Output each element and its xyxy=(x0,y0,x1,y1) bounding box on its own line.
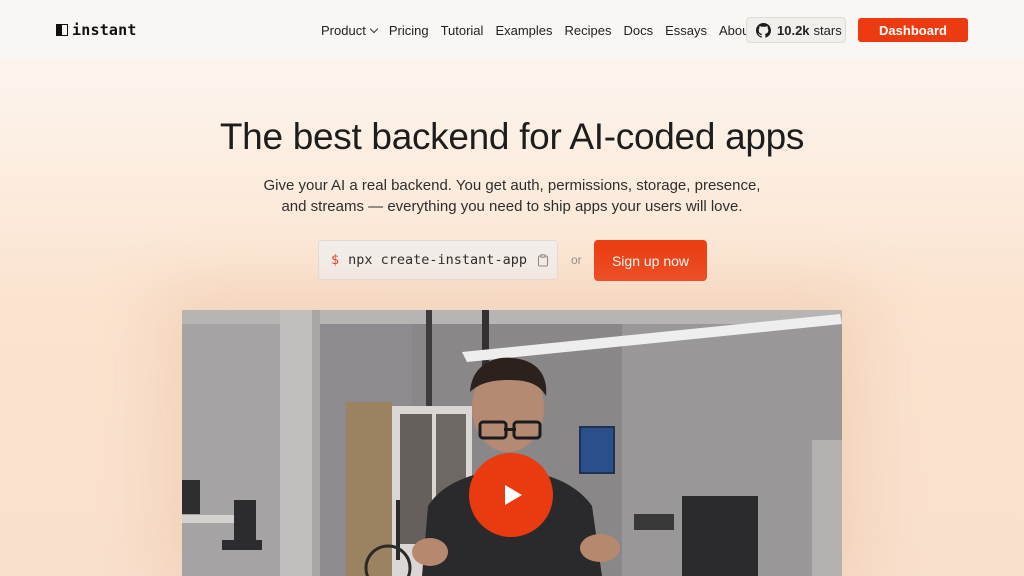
logo-text: instant xyxy=(72,21,137,39)
command-text: npx create-instant-app xyxy=(348,252,527,268)
nav-item-tutorial[interactable]: Tutorial xyxy=(441,23,484,38)
or-separator: or xyxy=(571,253,582,267)
main-nav: Product Pricing Tutorial Examples Recipe… xyxy=(321,21,765,39)
nav-item-recipes[interactable]: Recipes xyxy=(565,23,612,38)
play-button[interactable] xyxy=(469,453,553,537)
sign-up-button[interactable]: Sign up now xyxy=(594,240,707,281)
github-star-suffix: stars xyxy=(813,22,842,38)
copy-icon[interactable] xyxy=(537,253,549,267)
logo-mark-icon xyxy=(56,24,68,36)
install-command-box[interactable]: $ npx create-instant-app xyxy=(318,240,558,280)
chevron-down-icon xyxy=(369,24,379,33)
hero-subtitle-line: and streams — everything you need to shi… xyxy=(281,198,743,215)
hero-subtitle-line: Give your AI a real backend. You get aut… xyxy=(263,177,761,194)
nav-item-product[interactable]: Product xyxy=(321,22,379,38)
play-icon xyxy=(505,485,522,505)
nav-item-essays[interactable]: Essays xyxy=(665,23,707,38)
page-title: The best backend for AI-coded apps xyxy=(219,116,805,157)
site-header: instant Product Pricing Tutorial Example… xyxy=(0,0,1024,60)
hero-subtitle: Give your AI a real backend. You get aut… xyxy=(0,175,1024,217)
dashboard-button[interactable]: Dashboard xyxy=(858,18,968,42)
github-stars-button[interactable]: 10.2k stars xyxy=(746,17,846,43)
command-prompt: $ xyxy=(331,252,340,268)
nav-item-docs[interactable]: Docs xyxy=(623,23,653,38)
nav-item-pricing[interactable]: Pricing xyxy=(389,23,429,38)
github-icon xyxy=(756,22,771,38)
nav-item-label: Product xyxy=(321,22,366,38)
intro-video[interactable] xyxy=(182,310,842,576)
github-star-count: 10.2k xyxy=(777,22,810,38)
logo[interactable]: instant xyxy=(56,21,137,39)
nav-item-examples[interactable]: Examples xyxy=(495,23,552,38)
